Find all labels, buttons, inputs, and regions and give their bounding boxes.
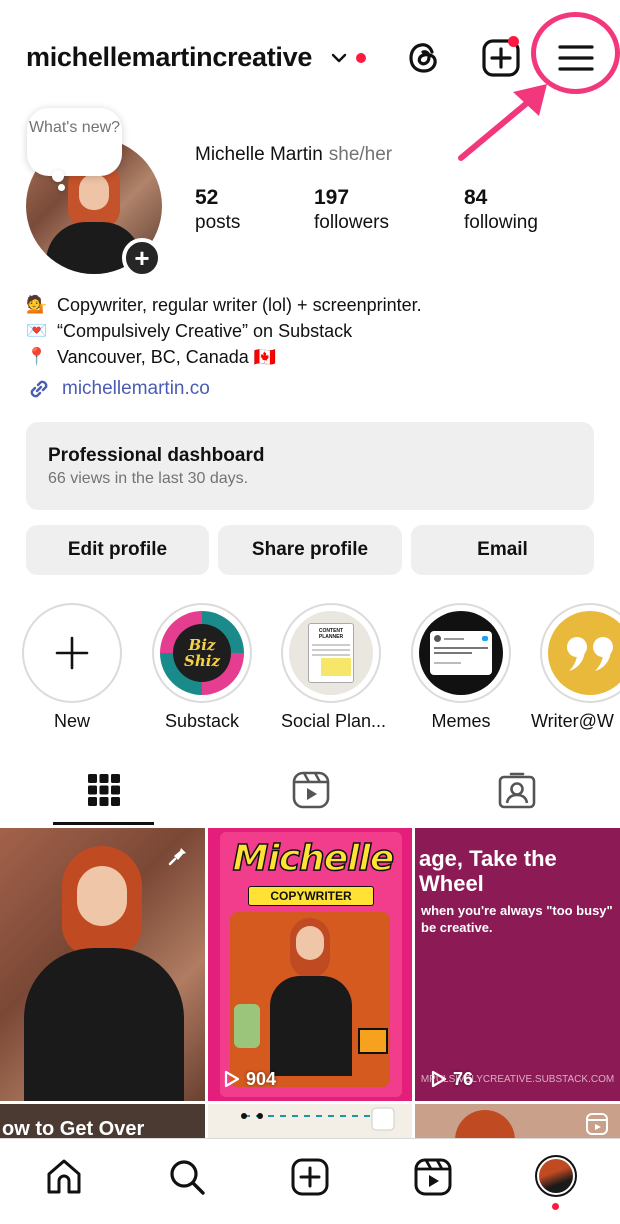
highlight-social-planner[interactable]: CONTENT PLANNER Social Plan... <box>281 603 387 732</box>
stat-number: 52 <box>195 186 219 209</box>
stat-number: 84 <box>464 186 488 209</box>
post-subhead: when you're always "too busy" be creativ… <box>421 903 613 935</box>
dashboard-title: Professional dashboard <box>48 445 265 466</box>
account-notification-dot <box>356 53 366 63</box>
note-dot <box>58 184 65 191</box>
full-name-text: Michelle Martin <box>195 144 323 165</box>
highlight-label: Writer@W <box>531 711 614 731</box>
chevron-down-icon[interactable] <box>331 50 347 66</box>
stat-following[interactable]: 84 following <box>464 186 538 236</box>
bio-emoji: 💁 <box>26 295 48 315</box>
highlight-label: Social Plan... <box>281 711 387 731</box>
view-count-text: 904 <box>246 1068 277 1089</box>
timeline-graphic <box>241 1107 395 1131</box>
profile-full-name: Michelle Martin she/her <box>195 144 392 166</box>
note-text: What's new? <box>28 119 121 136</box>
plus-icon <box>55 636 89 670</box>
link-icon <box>30 380 48 398</box>
stat-number: 197 <box>314 186 350 209</box>
highlight-new[interactable]: New <box>22 603 122 732</box>
post-view-count: 904 <box>220 1068 276 1090</box>
highlight-memes[interactable]: Memes <box>411 603 511 732</box>
post-tile[interactable] <box>0 828 205 1101</box>
highlight-substack[interactable]: Biz Shiz Substack <box>152 603 252 732</box>
stat-label: posts <box>195 212 241 233</box>
planner-art-title: CONTENT PLANNER <box>318 628 344 640</box>
search-icon[interactable] <box>167 1157 207 1197</box>
bio-emoji: 💌 <box>26 321 48 341</box>
account-username[interactable]: michellemartincreative <box>26 42 312 73</box>
highlight-label: New <box>53 711 90 731</box>
bio-text: Copywriter, regular writer (lol) + scree… <box>57 295 422 315</box>
bio-emoji: 📍 <box>26 347 48 367</box>
reels-icon[interactable] <box>413 1157 453 1197</box>
edit-profile-button[interactable]: Edit profile <box>26 525 209 575</box>
link-text: michellemartin.co <box>62 378 210 399</box>
tagged-tab-icon[interactable] <box>497 770 537 810</box>
bio-line: 💁 Copywriter, regular writer (lol) + scre… <box>26 292 422 318</box>
note-dot <box>52 170 64 182</box>
note-bubble[interactable]: What's new? <box>27 108 122 176</box>
pin-icon <box>168 843 186 866</box>
profile-bio: 💁 Copywriter, regular writer (lol) + scre… <box>26 292 422 370</box>
grid-tab-icon[interactable] <box>84 770 124 810</box>
bio-text: Vancouver, BC, Canada 🇨🇦 <box>57 347 277 367</box>
dashboard-subtitle: 66 views in the last 30 days. <box>48 470 249 487</box>
post-tile[interactable] <box>415 1104 620 1138</box>
stat-label: following <box>464 212 538 233</box>
reels-tab-icon[interactable] <box>291 770 331 810</box>
active-tab-indicator <box>53 822 154 825</box>
highlight-label: Memes <box>431 711 491 731</box>
add-story-button[interactable]: + <box>122 238 162 278</box>
share-profile-button[interactable]: Share profile <box>218 525 402 575</box>
bio-text: “Compulsively Creative” on Substack <box>57 321 353 341</box>
bottom-navigation <box>0 1138 620 1224</box>
post-footer-url: MPULSIVELYCREATIVE.SUBSTACK.COM <box>420 1074 615 1085</box>
stat-posts[interactable]: 52 posts <box>195 186 240 236</box>
substack-art: Biz Shiz <box>173 624 231 682</box>
annotation-arrow-icon <box>458 84 547 161</box>
profile-notification-dot <box>552 1203 559 1210</box>
create-icon[interactable] <box>290 1157 330 1197</box>
profile-link[interactable]: michellemartin.co <box>26 376 210 402</box>
bio-line: 💌 “Compulsively Creative” on Substack <box>26 318 422 344</box>
email-button[interactable]: Email <box>411 525 594 575</box>
post-caption: ow to Get Over <box>2 1118 145 1138</box>
highlight-label: Substack <box>164 711 240 731</box>
post-tile[interactable] <box>208 1104 412 1138</box>
post-tile[interactable]: age, Take the Wheel when you're always "… <box>415 828 620 1101</box>
stat-followers[interactable]: 197 followers <box>314 186 389 236</box>
post-title: Michelle <box>232 837 395 880</box>
post-headline: age, Take the Wheel <box>419 846 557 896</box>
profile-nav-avatar[interactable] <box>535 1155 577 1197</box>
post-tile[interactable]: ow to Get Over <box>0 1104 205 1138</box>
highlight-writer[interactable]: Writer@W <box>531 603 620 732</box>
reel-badge-icon <box>586 1113 608 1135</box>
pronouns: she/her <box>328 144 393 165</box>
play-count-icon <box>224 1070 240 1088</box>
threads-icon[interactable] <box>404 38 444 78</box>
bio-line: 📍 Vancouver, BC, Canada 🇨🇦 <box>26 344 422 370</box>
professional-dashboard[interactable]: Professional dashboard 66 views in the l… <box>26 422 594 510</box>
plus-icon: + <box>134 243 150 273</box>
post-subtitle: COPYWRITER <box>248 886 374 906</box>
stat-label: followers <box>314 212 389 233</box>
quote-icon <box>567 637 613 671</box>
create-notification-dot <box>508 36 519 47</box>
home-icon[interactable] <box>44 1157 84 1197</box>
post-tile[interactable]: Michelle COPYWRITER 904 <box>208 828 412 1101</box>
